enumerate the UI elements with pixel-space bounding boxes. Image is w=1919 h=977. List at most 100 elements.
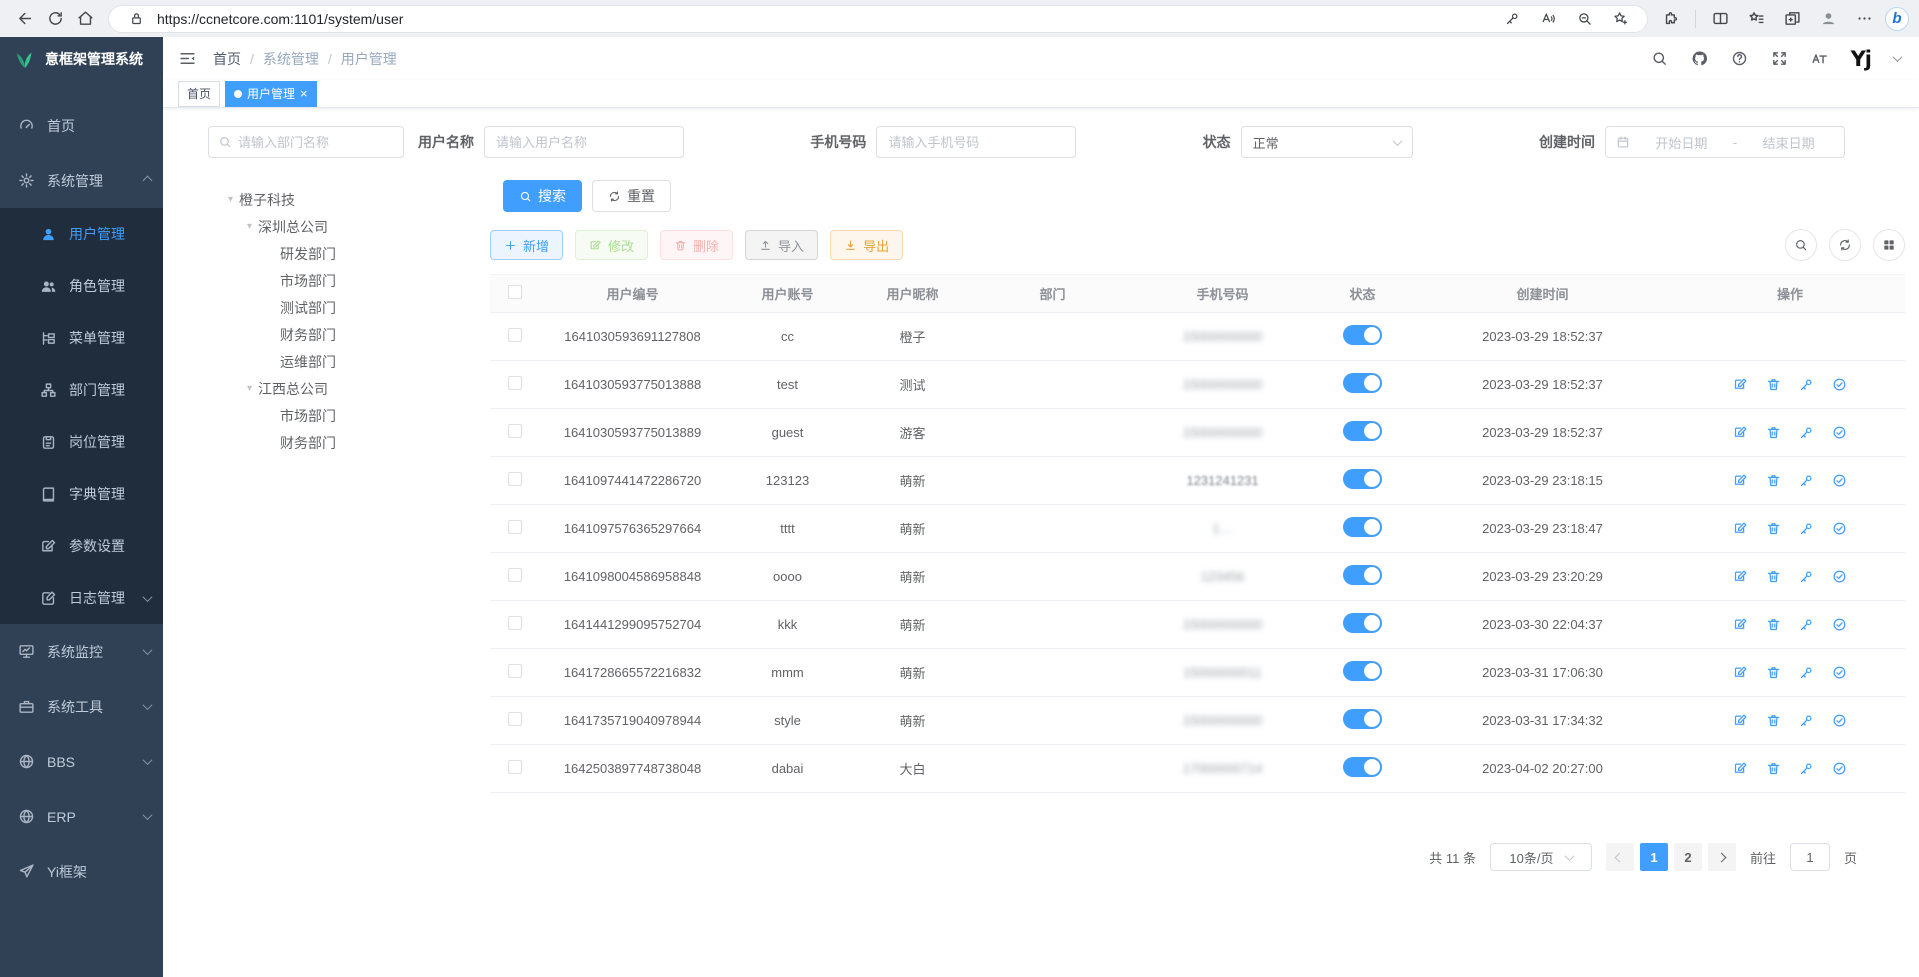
tree-node-橙子科技[interactable]: ▾橙子科技 — [208, 186, 404, 213]
help-icon[interactable] — [1731, 50, 1748, 67]
tag-首页[interactable]: 首页 — [178, 81, 220, 107]
check-circle-icon[interactable] — [1832, 569, 1847, 584]
tree-node-财务部门[interactable]: 财务部门 — [208, 429, 404, 456]
delete-button[interactable]: 删除 — [660, 230, 733, 260]
column-settings-button[interactable] — [1873, 229, 1905, 261]
row-checkbox[interactable] — [508, 568, 522, 582]
caret-down-icon[interactable]: ▾ — [247, 221, 252, 232]
key-icon[interactable] — [1799, 617, 1814, 632]
tree-node-财务部门[interactable]: 财务部门 — [208, 321, 404, 348]
row-checkbox[interactable] — [508, 712, 522, 726]
reset-button[interactable]: 重置 — [592, 180, 671, 212]
sidebar-item-系统监控[interactable]: 系统监控 — [0, 624, 163, 679]
edit-icon[interactable] — [1733, 377, 1748, 392]
collapse-sidebar-icon[interactable] — [178, 49, 197, 68]
breadcrumb-item[interactable]: 首页 — [213, 49, 241, 69]
fullscreen-icon[interactable] — [1771, 50, 1788, 67]
tree-node-市场部门[interactable]: 市场部门 — [208, 402, 404, 429]
collections-icon[interactable] — [1777, 4, 1807, 34]
page-button-1[interactable]: 1 — [1640, 843, 1668, 871]
check-circle-icon[interactable] — [1832, 425, 1847, 440]
modify-button[interactable]: 修改 — [575, 230, 648, 260]
trash-icon[interactable] — [1766, 761, 1781, 776]
page-button-2[interactable]: 2 — [1674, 843, 1702, 871]
goto-page-input[interactable] — [1790, 843, 1830, 871]
key-icon[interactable] — [1799, 521, 1814, 536]
add-button[interactable]: 新增 — [490, 230, 563, 260]
extensions-icon[interactable] — [1656, 4, 1686, 34]
font-size-icon[interactable] — [1811, 50, 1828, 67]
read-aloud-icon[interactable] — [1533, 4, 1563, 34]
key-icon[interactable] — [1799, 569, 1814, 584]
tag-用户管理[interactable]: 用户管理× — [225, 81, 317, 107]
sidebar-item-部门管理[interactable]: 部门管理 — [0, 364, 163, 416]
sidebar-item-系统工具[interactable]: 系统工具 — [0, 679, 163, 734]
sidebar-item-字典管理[interactable]: 字典管理 — [0, 468, 163, 520]
row-checkbox[interactable] — [508, 520, 522, 534]
key-icon[interactable] — [1799, 425, 1814, 440]
status-toggle[interactable] — [1343, 517, 1382, 537]
import-button[interactable]: 导入 — [745, 230, 818, 260]
edit-icon[interactable] — [1733, 473, 1748, 488]
breadcrumb-item[interactable]: 系统管理 — [263, 49, 319, 69]
next-page-button[interactable] — [1708, 843, 1736, 871]
search-button[interactable]: 搜索 — [503, 180, 582, 212]
prev-page-button[interactable] — [1606, 843, 1634, 871]
tree-node-运维部门[interactable]: 运维部门 — [208, 348, 404, 375]
status-toggle[interactable] — [1343, 565, 1382, 585]
check-circle-icon[interactable] — [1832, 713, 1847, 728]
address-bar[interactable]: https://ccnetcore.com:1101/system/user — [108, 5, 1648, 33]
edit-icon[interactable] — [1733, 713, 1748, 728]
sidebar-item-岗位管理[interactable]: 岗位管理 — [0, 416, 163, 468]
trash-icon[interactable] — [1766, 377, 1781, 392]
username-input[interactable] — [484, 126, 684, 158]
row-checkbox[interactable] — [508, 328, 522, 342]
row-checkbox[interactable] — [508, 472, 522, 486]
user-logo[interactable]: Yj — [1851, 47, 1871, 71]
sidebar-item-ERP[interactable]: ERP — [0, 789, 163, 844]
row-checkbox[interactable] — [508, 664, 522, 678]
select-all-checkbox[interactable] — [508, 285, 522, 299]
check-circle-icon[interactable] — [1832, 521, 1847, 536]
sidebar-item-系统管理[interactable]: 系统管理 — [0, 153, 163, 208]
close-icon[interactable]: × — [300, 87, 308, 100]
trash-icon[interactable] — [1766, 569, 1781, 584]
tree-node-市场部门[interactable]: 市场部门 — [208, 267, 404, 294]
sidebar-item-BBS[interactable]: BBS — [0, 734, 163, 789]
status-toggle[interactable] — [1343, 661, 1382, 681]
breadcrumb-item[interactable]: 用户管理 — [341, 49, 397, 69]
status-toggle[interactable] — [1343, 709, 1382, 729]
check-circle-icon[interactable] — [1832, 377, 1847, 392]
password-key-icon[interactable] — [1497, 4, 1527, 34]
key-icon[interactable] — [1799, 377, 1814, 392]
edit-icon[interactable] — [1733, 569, 1748, 584]
table-search-toggle[interactable] — [1785, 229, 1817, 261]
check-circle-icon[interactable] — [1832, 473, 1847, 488]
split-screen-icon[interactable] — [1705, 4, 1735, 34]
status-toggle[interactable] — [1343, 613, 1382, 633]
more-icon[interactable] — [1849, 4, 1879, 34]
url-text[interactable]: https://ccnetcore.com:1101/system/user — [157, 11, 1497, 27]
sidebar-item-首页[interactable]: 首页 — [0, 98, 163, 153]
sidebar-item-日志管理[interactable]: 日志管理 — [0, 572, 163, 624]
trash-icon[interactable] — [1766, 713, 1781, 728]
tree-node-研发部门[interactable]: 研发部门 — [208, 240, 404, 267]
edit-icon[interactable] — [1733, 665, 1748, 680]
status-toggle[interactable] — [1343, 373, 1382, 393]
sidebar-item-菜单管理[interactable]: 菜单管理 — [0, 312, 163, 364]
lock-icon[interactable] — [121, 4, 151, 34]
status-select[interactable]: 正常 — [1241, 126, 1413, 158]
star-add-icon[interactable] — [1605, 4, 1635, 34]
status-toggle[interactable] — [1343, 325, 1382, 345]
caret-down-icon[interactable]: ▾ — [247, 383, 252, 394]
dept-name-input[interactable] — [238, 135, 394, 150]
check-circle-icon[interactable] — [1832, 761, 1847, 776]
tree-node-深圳总公司[interactable]: ▾深圳总公司 — [208, 213, 404, 240]
date-range-picker[interactable]: 开始日期 - 结束日期 — [1605, 126, 1845, 158]
check-circle-icon[interactable] — [1832, 617, 1847, 632]
search-icon[interactable] — [1651, 50, 1668, 67]
status-toggle[interactable] — [1343, 469, 1382, 489]
home-icon[interactable] — [70, 4, 100, 34]
sidebar-item-用户管理[interactable]: 用户管理 — [0, 208, 163, 260]
profile-avatar-icon[interactable] — [1813, 4, 1843, 34]
